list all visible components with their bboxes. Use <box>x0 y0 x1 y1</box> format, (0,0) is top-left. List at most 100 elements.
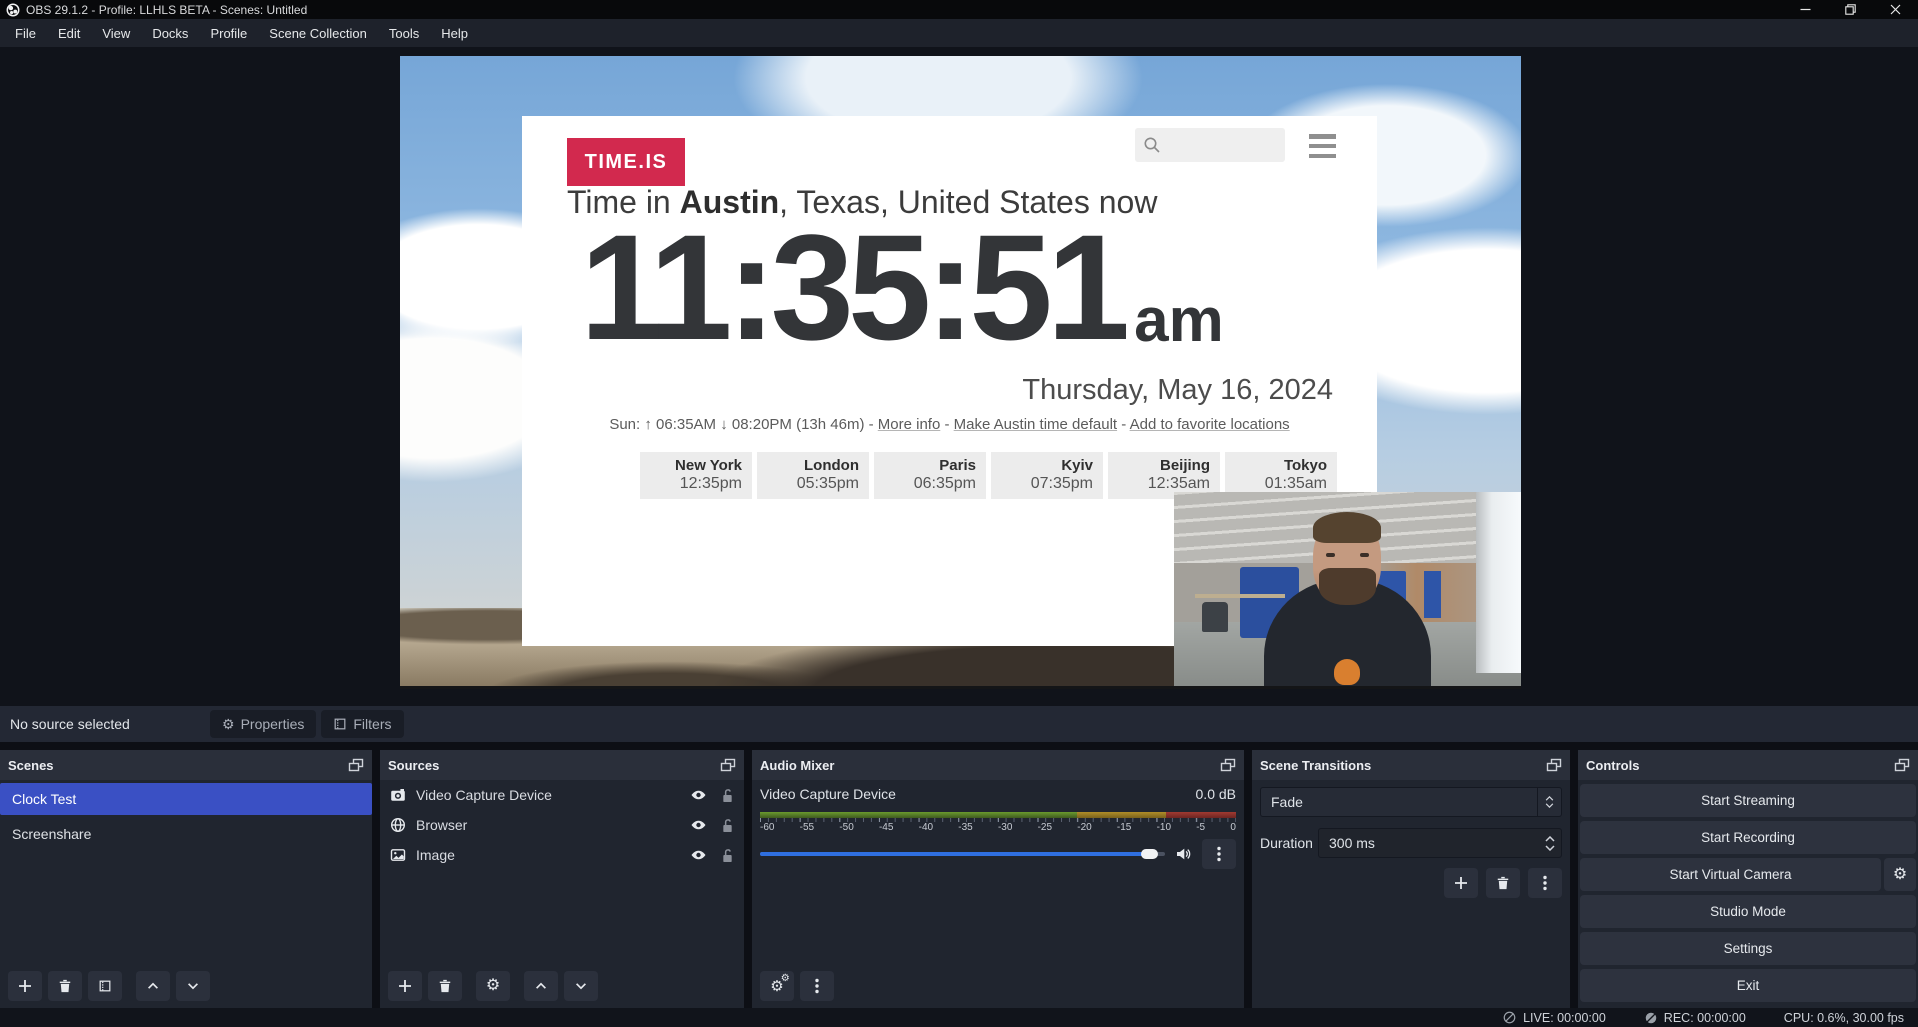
source-properties-button[interactable]: ⚙ <box>476 971 510 1001</box>
audio-mixer-panel: Audio Mixer Video Capture Device 0.0 dB … <box>752 750 1244 1008</box>
mixer-toolbar: ⚙⚙ <box>760 971 834 1001</box>
source-item-video-capture[interactable]: Video Capture Device <box>380 780 744 810</box>
volume-slider[interactable] <box>760 848 1165 860</box>
gear-icon: ⚙ <box>222 717 235 731</box>
remove-transition-button[interactable] <box>1486 868 1520 898</box>
clock-digits: 11:35:51 <box>580 212 1124 362</box>
lock-open-icon[interactable] <box>721 848 734 863</box>
duration-value: 300 ms <box>1319 835 1539 851</box>
studio-mode-button[interactable]: Studio Mode <box>1580 895 1916 928</box>
visibility-eye-icon[interactable] <box>690 818 707 833</box>
duration-spinbox[interactable]: 300 ms <box>1318 828 1562 858</box>
transition-selected-value: Fade <box>1261 794 1537 810</box>
start-virtual-camera-button[interactable]: Start Virtual Camera <box>1580 858 1881 891</box>
webcam-person <box>1264 492 1431 689</box>
hamburger-menu-icon <box>1309 134 1336 158</box>
webcam-overlay <box>1174 492 1521 689</box>
volume-slider-handle[interactable] <box>1141 849 1158 859</box>
properties-button[interactable]: ⚙ Properties <box>210 710 316 738</box>
add-favorite-link: Add to favorite locations <box>1130 416 1290 433</box>
gear-icon: ⚙ <box>1893 867 1907 883</box>
menu-scene-collection[interactable]: Scene Collection <box>258 21 378 46</box>
start-recording-button[interactable]: Start Recording <box>1580 821 1916 854</box>
source-toolbar: No source selected ⚙ Properties Filters <box>0 706 1918 742</box>
filter-icon <box>333 717 347 731</box>
cpu-status: CPU: 0.6%, 30.00 fps <box>1784 1011 1904 1025</box>
mixer-channel-menu-button[interactable] <box>1202 839 1236 869</box>
duration-label: Duration <box>1260 835 1318 851</box>
lock-open-icon[interactable] <box>721 788 734 803</box>
menu-profile[interactable]: Profile <box>199 21 258 46</box>
speaker-icon[interactable] <box>1175 846 1192 862</box>
visibility-eye-icon[interactable] <box>690 788 707 803</box>
menu-bar: File Edit View Docks Profile Scene Colle… <box>0 19 1918 47</box>
timeis-search-box <box>1135 128 1285 162</box>
popout-icon[interactable] <box>1220 758 1236 772</box>
gear-icon: ⚙ <box>781 974 790 984</box>
preview-canvas[interactable]: TIME.IS Time in Austin, Texas, United St… <box>400 56 1521 689</box>
title-bar: OBS 29.1.2 - Profile: LLHLS BETA - Scene… <box>0 0 1918 19</box>
globe-icon <box>390 817 406 833</box>
source-item-browser[interactable]: Browser <box>380 810 744 840</box>
no-source-selected-label: No source selected <box>10 716 210 732</box>
filters-button[interactable]: Filters <box>321 710 403 738</box>
audio-mixer-panel-title: Audio Mixer <box>760 758 834 773</box>
timeis-date: Thursday, May 16, 2024 <box>1022 374 1333 407</box>
visibility-eye-icon[interactable] <box>690 848 707 863</box>
menu-tools[interactable]: Tools <box>378 21 430 46</box>
advanced-audio-button[interactable]: ⚙⚙ <box>760 971 794 1001</box>
popout-icon[interactable] <box>1894 758 1910 772</box>
world-clock-cell: New York12:35pm <box>640 452 752 499</box>
spin-arrows[interactable] <box>1539 836 1561 851</box>
popout-icon[interactable] <box>348 758 364 772</box>
add-source-button[interactable] <box>388 971 422 1001</box>
move-source-down-button[interactable] <box>564 971 598 1001</box>
combo-arrows[interactable] <box>1537 788 1561 816</box>
menu-file[interactable]: File <box>4 21 47 46</box>
scene-filters-button[interactable] <box>88 971 122 1001</box>
menu-edit[interactable]: Edit <box>47 21 91 46</box>
make-default-link: Make Austin time default <box>954 416 1117 433</box>
clock-ampm: am <box>1134 290 1224 352</box>
timeis-sun-line: Sun: ↑ 06:35AM ↓ 08:20PM (13h 46m) - Mor… <box>522 416 1377 433</box>
remove-source-button[interactable] <box>428 971 462 1001</box>
lock-open-icon[interactable] <box>721 818 734 833</box>
remove-scene-button[interactable] <box>48 971 82 1001</box>
start-streaming-button[interactable]: Start Streaming <box>1580 784 1916 817</box>
world-clock-cell: Paris06:35pm <box>874 452 986 499</box>
add-transition-button[interactable] <box>1444 868 1478 898</box>
obs-logo-icon <box>6 3 20 17</box>
obs-window: OBS 29.1.2 - Profile: LLHLS BETA - Scene… <box>0 0 1918 1027</box>
menu-view[interactable]: View <box>91 21 141 46</box>
restore-button[interactable] <box>1828 0 1873 19</box>
exit-button[interactable]: Exit <box>1580 969 1916 1002</box>
sources-panel: Sources Video Capture Device Browser Ima… <box>380 750 744 1008</box>
menu-docks[interactable]: Docks <box>141 21 199 46</box>
menu-help[interactable]: Help <box>430 21 479 46</box>
move-scene-down-button[interactable] <box>176 971 210 1001</box>
world-clock-cell: Kyiv07:35pm <box>991 452 1103 499</box>
transition-select[interactable]: Fade <box>1260 787 1562 817</box>
scene-item-clock-test[interactable]: Clock Test <box>0 783 372 815</box>
popout-icon[interactable] <box>720 758 736 772</box>
minimize-button[interactable] <box>1783 0 1828 19</box>
controls-panel-title: Controls <box>1586 758 1639 773</box>
popout-icon[interactable] <box>1546 758 1562 772</box>
move-source-up-button[interactable] <box>524 971 558 1001</box>
settings-button[interactable]: Settings <box>1580 932 1916 965</box>
add-scene-button[interactable] <box>8 971 42 1001</box>
close-button[interactable] <box>1873 0 1918 19</box>
move-scene-up-button[interactable] <box>136 971 170 1001</box>
scenes-toolbar <box>8 971 210 1001</box>
controls-panel: Controls Start Streaming Start Recording… <box>1578 750 1918 1008</box>
scene-item-screenshare[interactable]: Screenshare <box>0 818 372 850</box>
scenes-panel: Scenes Clock Test Screenshare <box>0 750 372 1008</box>
mixer-menu-button[interactable] <box>800 971 834 1001</box>
source-item-image[interactable]: Image <box>380 840 744 870</box>
status-bar: LIVE: 00:00:00 REC: 00:00:00 CPU: 0.6%, … <box>0 1008 1918 1027</box>
window-title: OBS 29.1.2 - Profile: LLHLS BETA - Scene… <box>26 3 307 17</box>
transition-properties-button[interactable] <box>1528 868 1562 898</box>
record-muted-icon <box>1644 1011 1658 1025</box>
stream-muted-icon <box>1502 1010 1517 1025</box>
virtual-camera-settings-button[interactable]: ⚙ <box>1884 858 1916 891</box>
